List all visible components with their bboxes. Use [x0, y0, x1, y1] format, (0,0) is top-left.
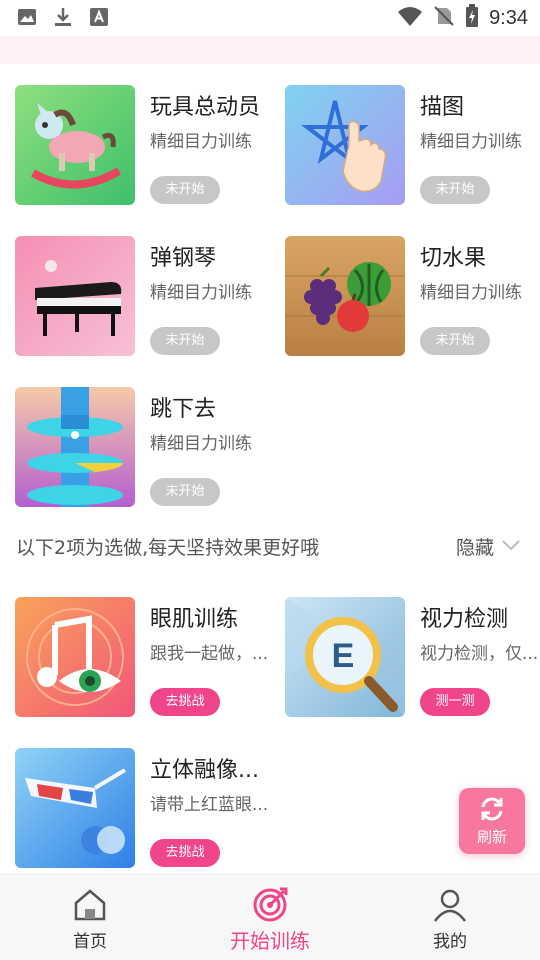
tab-start-training[interactable]: 开始训练	[180, 875, 360, 960]
refresh-button[interactable]: 刷新	[459, 788, 525, 854]
hide-toggle[interactable]: 隐藏	[456, 533, 494, 560]
card-title: 玩具总动员	[150, 95, 261, 120]
user-icon	[432, 887, 468, 927]
status-button[interactable]: 未开始	[150, 327, 220, 355]
game-card-tracing[interactable]: 描图 精细目力训练 未开始	[285, 85, 540, 205]
home-icon	[72, 887, 108, 927]
helix-tower-icon	[15, 387, 135, 507]
status-bar: 9:34	[0, 0, 540, 36]
target-icon	[252, 885, 290, 927]
card-subtitle: 精细目力训练	[150, 434, 252, 454]
chevron-down-icon[interactable]	[500, 534, 522, 560]
card-subtitle: 请带上红蓝眼...	[150, 795, 269, 815]
image-icon	[16, 6, 38, 32]
font-icon	[88, 6, 110, 32]
piano-icon	[15, 236, 135, 356]
status-button[interactable]: 未开始	[420, 176, 490, 204]
header-strip	[0, 36, 540, 64]
game-card-toy-story[interactable]: 玩具总动员 精细目力训练 未开始	[15, 85, 275, 205]
card-subtitle: 精细目力训练	[420, 283, 522, 303]
training-page: 9:34 玩具总动员 精细目力训练 未开始 描图 精细目力训练 未开始 弹钢琴 …	[0, 0, 540, 960]
challenge-button[interactable]: 去挑战	[150, 839, 220, 867]
card-title: 切水果	[420, 246, 487, 271]
optional-card-vision-test[interactable]: E 视力检测 视力检测，仅... 测一测	[285, 597, 540, 717]
music-eye-icon	[15, 597, 135, 717]
status-button[interactable]: 未开始	[420, 327, 490, 355]
tab-label: 我的	[433, 932, 467, 952]
fruit-icon	[285, 236, 405, 356]
game-card-fruit[interactable]: 切水果 精细目力训练 未开始	[285, 236, 540, 356]
card-title: 立体融像...	[150, 758, 259, 783]
refresh-label: 刷新	[476, 828, 507, 846]
card-subtitle: 精细目力训练	[420, 132, 522, 152]
status-button[interactable]: 未开始	[150, 478, 220, 506]
magnifier-e-icon: E	[285, 597, 405, 717]
tab-home[interactable]: 首页	[0, 875, 180, 960]
rocking-horse-icon	[15, 85, 135, 205]
status-time: 9:34	[489, 6, 528, 29]
tab-label: 开始训练	[230, 929, 310, 953]
tab-mine[interactable]: 我的	[360, 875, 540, 960]
challenge-button[interactable]: 去挑战	[150, 688, 220, 716]
optional-card-eye-muscle[interactable]: 眼肌训练 跟我一起做，... 去挑战	[15, 597, 275, 717]
wifi-icon	[397, 5, 423, 31]
battery-charging-icon	[465, 4, 479, 32]
bottom-tab-bar: 首页 开始训练 我的	[0, 874, 540, 960]
card-title: 眼肌训练	[150, 607, 239, 632]
tab-label: 首页	[73, 932, 107, 952]
svg-text:E: E	[332, 637, 355, 675]
refresh-icon	[477, 794, 507, 828]
optional-section-header: 以下2项为选做,每天坚持效果更好哦 隐藏	[16, 530, 526, 562]
test-button[interactable]: 测一测	[420, 688, 490, 716]
card-subtitle: 精细目力训练	[150, 132, 252, 152]
no-sim-icon	[433, 5, 455, 31]
card-title: 描图	[420, 95, 465, 120]
optional-hint-text: 以下2项为选做,每天坚持效果更好哦	[16, 537, 320, 559]
game-card-piano[interactable]: 弹钢琴 精细目力训练 未开始	[15, 236, 275, 356]
card-subtitle: 视力检测，仅...	[420, 644, 539, 664]
download-icon	[52, 6, 74, 32]
card-subtitle: 精细目力训练	[150, 283, 252, 303]
star-trace-icon	[285, 85, 405, 205]
card-title: 视力检测	[420, 607, 509, 632]
game-card-jump-down[interactable]: 跳下去 精细目力训练 未开始	[15, 387, 275, 507]
3d-glasses-icon	[15, 748, 135, 868]
status-button[interactable]: 未开始	[150, 176, 220, 204]
card-title: 跳下去	[150, 397, 217, 422]
card-subtitle: 跟我一起做，...	[150, 644, 269, 664]
optional-card-stereo-fusion[interactable]: 立体融像... 请带上红蓝眼... 去挑战	[15, 748, 275, 868]
card-title: 弹钢琴	[150, 246, 217, 271]
